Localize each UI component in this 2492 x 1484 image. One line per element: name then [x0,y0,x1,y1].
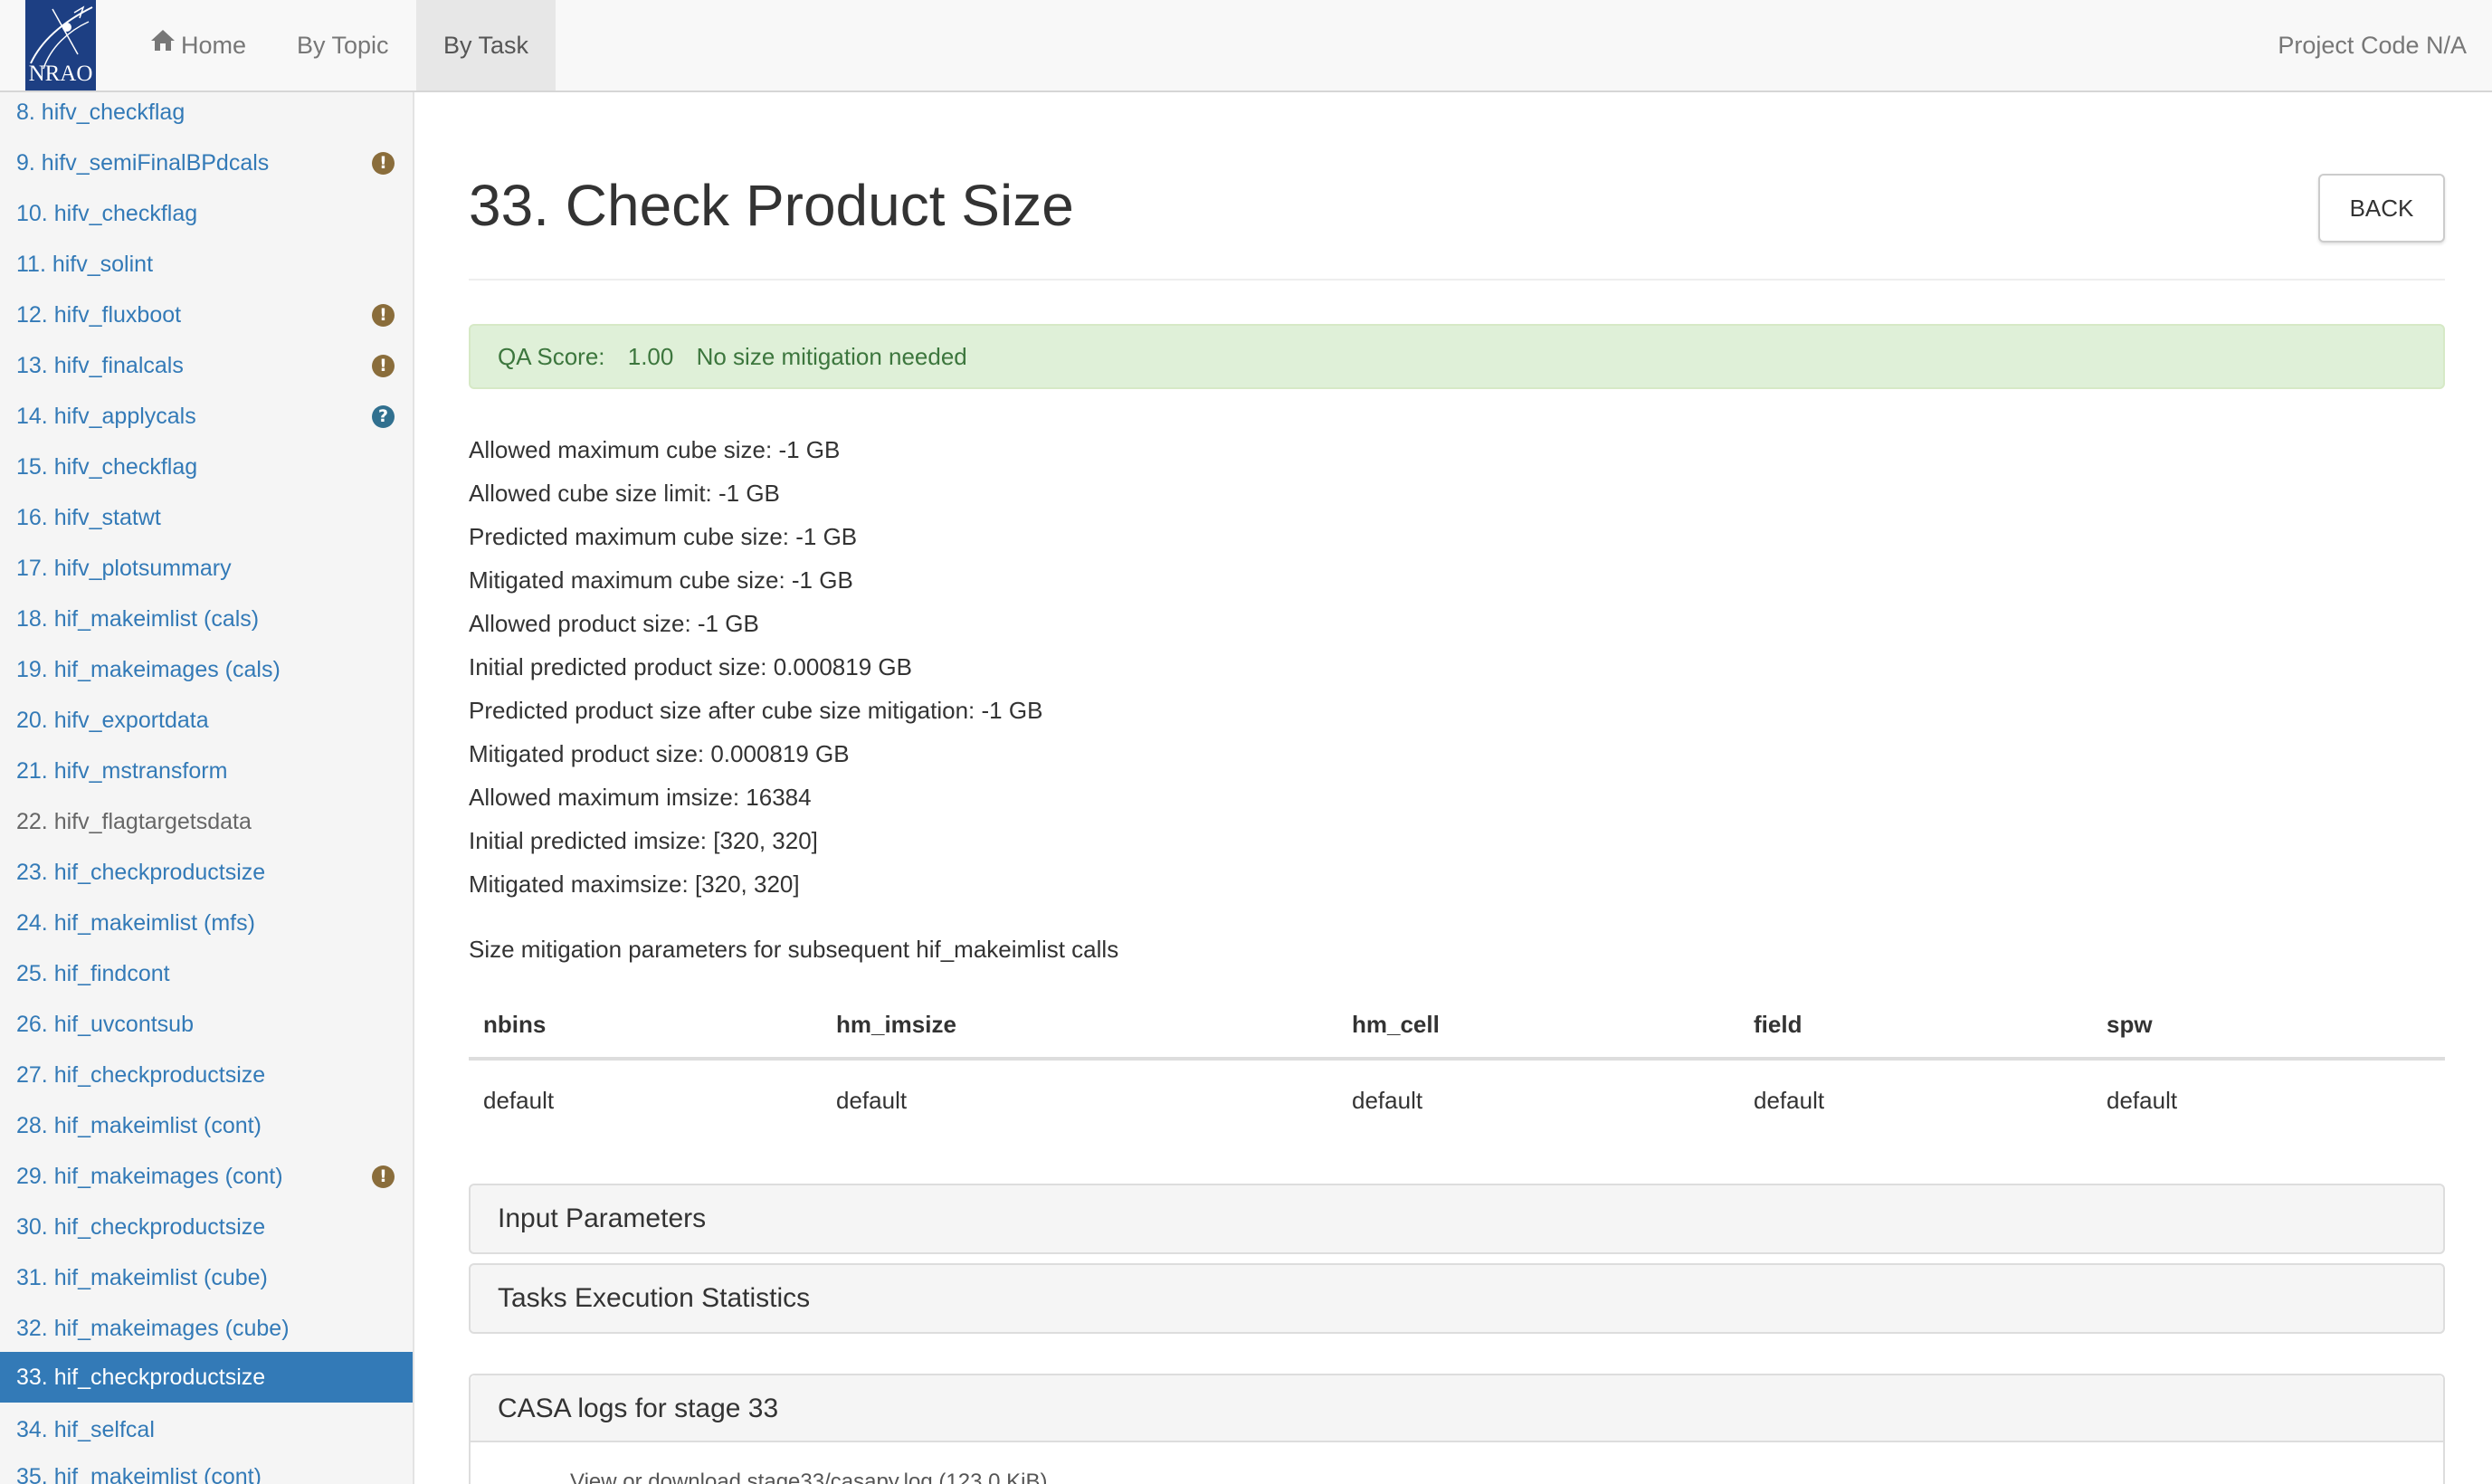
sidebar-item-stage-17[interactable]: 17. hifv_plotsummary [0,543,413,594]
table-cell: default [2107,1087,2178,1114]
qa-score-value: 1.00 [627,343,674,370]
metric-initial-product: Initial predicted product size: 0.000819… [469,653,912,680]
top-navbar: NRAO Home By Topic By Task Project Code … [0,0,2492,92]
sidebar-item-stage-9[interactable]: 9. hifv_semiFinalBPdcals! [0,138,413,188]
warning-icon: ! [372,1165,395,1188]
table-cell: default [836,1087,908,1114]
casa-logs-panel: CASA logs for stage 33 View or download … [469,1374,2445,1484]
table-header: nbins hm_imsize hm_cell field spw [469,988,2445,1061]
table-cell: default [1754,1087,1825,1114]
sidebar-item-stage-32[interactable]: 32. hif_makeimages (cube) [0,1303,413,1354]
sidebar-item-stage-31[interactable]: 31. hif_makeimlist (cube) [0,1252,413,1303]
casa-logs-title: CASA logs for stage 33 [498,1394,779,1423]
sidebar-item-stage-24[interactable]: 24. hif_makeimlist (mfs) [0,898,413,948]
nav-by-topic[interactable]: By Topic [270,0,416,90]
casa-log-link[interactable]: View or download stage33/casapy.log (123… [570,1470,1047,1484]
sidebar-item-stage-10[interactable]: 10. hifv_checkflag [0,188,413,239]
warning-icon: ! [372,152,395,175]
column-header: hm_cell [1352,1011,1440,1038]
page-title: 33. Check Product Size [469,173,1074,238]
column-header: field [1754,1011,1802,1038]
metric-mitigated-max-cube: Mitigated maximum cube size: -1 GB [469,566,853,594]
qa-score-alert: QA Score: 1.00 No size mitigation needed [469,324,2445,389]
logo-text: NRAO [28,62,93,86]
sidebar-item-stage-34[interactable]: 34. hif_selfcal [0,1404,413,1455]
warning-icon: ! [372,304,395,327]
sidebar-item-stage-14[interactable]: 14. hifv_applycals? [0,391,413,442]
sidebar-item-stage-15[interactable]: 15. hifv_checkflag [0,442,413,492]
sidebar-item-stage-28[interactable]: 28. hif_makeimlist (cont) [0,1100,413,1151]
metric-allowed-max-cube: Allowed maximum cube size: -1 GB [469,436,841,463]
metric-allowed-product: Allowed product size: -1 GB [469,610,759,637]
column-header: hm_imsize [836,1011,956,1038]
casa-logs-header: CASA logs for stage 33 [471,1375,2443,1442]
title-divider [469,279,2445,281]
sidebar-item-stage-18[interactable]: 18. hif_makeimlist (cals) [0,594,413,644]
sidebar-item-stage-29[interactable]: 29. hif_makeimages (cont)! [0,1151,413,1202]
sidebar-item-stage-27[interactable]: 27. hif_checkproductsize [0,1050,413,1100]
sidebar-item-stage-26[interactable]: 26. hif_uvcontsub [0,999,413,1050]
sidebar-item-stage-20[interactable]: 20. hifv_exportdata [0,695,413,746]
metric-initial-imsize: Initial predicted imsize: [320, 320] [469,827,818,854]
table-cell: default [483,1087,555,1114]
mitigation-params-label: Size mitigation parameters for subsequen… [469,936,1119,963]
nrao-logo[interactable]: NRAO [25,0,96,90]
main-content: 33. Check Product Size BACK QA Score: 1.… [469,92,2445,1484]
sidebar-item-stage-33-active[interactable]: 33. hif_checkproductsize [0,1352,413,1403]
nav-by-task[interactable]: By Task [416,0,556,90]
sidebar-item-stage-23[interactable]: 23. hif_checkproductsize [0,847,413,898]
metric-mitigated-product: Mitigated product size: 0.000819 GB [469,740,850,767]
sidebar-item-stage-30[interactable]: 30. hif_checkproductsize [0,1202,413,1252]
sidebar-item-stage-8[interactable]: 8. hifv_checkflag [0,92,413,138]
nav-home-label: Home [181,32,247,59]
sidebar-item-stage-12[interactable]: 12. hifv_fluxboot! [0,290,413,340]
sidebar-item-stage-35[interactable]: 35. hif_makeimlist (cont) [0,1451,413,1484]
sidebar-item-stage-13[interactable]: 13. hifv_finalcals! [0,340,413,391]
metric-product-after-mitigation: Predicted product size after cube size m… [469,697,1043,724]
metric-predicted-max-cube: Predicted maximum cube size: -1 GB [469,523,858,550]
metric-mitigated-maximsize: Mitigated maximsize: [320, 320] [469,870,800,898]
nav-home[interactable]: Home [123,0,273,90]
warning-icon: ! [372,355,395,377]
metric-allowed-cube-limit: Allowed cube size limit: -1 GB [469,480,780,507]
metric-allowed-max-imsize: Allowed maximum imsize: 16384 [469,784,812,811]
sidebar-item-stage-19[interactable]: 19. hif_makeimages (cals) [0,644,413,695]
qa-score-message: No size mitigation needed [696,343,967,370]
home-icon [150,0,176,89]
input-parameters-title[interactable]: Input Parameters [498,1185,706,1252]
qa-score-label: QA Score: [498,343,605,370]
sidebar-item-stage-25[interactable]: 25. hif_findcont [0,948,413,999]
column-header: nbins [483,1011,547,1038]
sidebar-item-stage-21[interactable]: 21. hifv_mstransform [0,746,413,796]
back-button[interactable]: BACK [2318,174,2445,243]
question-icon: ? [372,405,395,428]
table-cell: default [1352,1087,1423,1114]
project-code: Project Code N/A [2278,32,2467,59]
table-row: default default default default default [469,1064,2445,1137]
column-header: spw [2107,1011,2153,1038]
stage-sidebar[interactable]: 8. hifv_checkflag 9. hifv_semiFinalBPdca… [0,92,414,1484]
tasks-execution-title[interactable]: Tasks Execution Statistics [498,1265,810,1332]
input-parameters-panel[interactable]: Input Parameters [469,1184,2445,1254]
tasks-execution-panel[interactable]: Tasks Execution Statistics [469,1263,2445,1334]
sidebar-item-stage-11[interactable]: 11. hifv_solint [0,239,413,290]
sidebar-item-stage-22[interactable]: 22. hifv_flagtargetsdata [0,796,413,847]
sidebar-item-stage-16[interactable]: 16. hifv_statwt [0,492,413,543]
